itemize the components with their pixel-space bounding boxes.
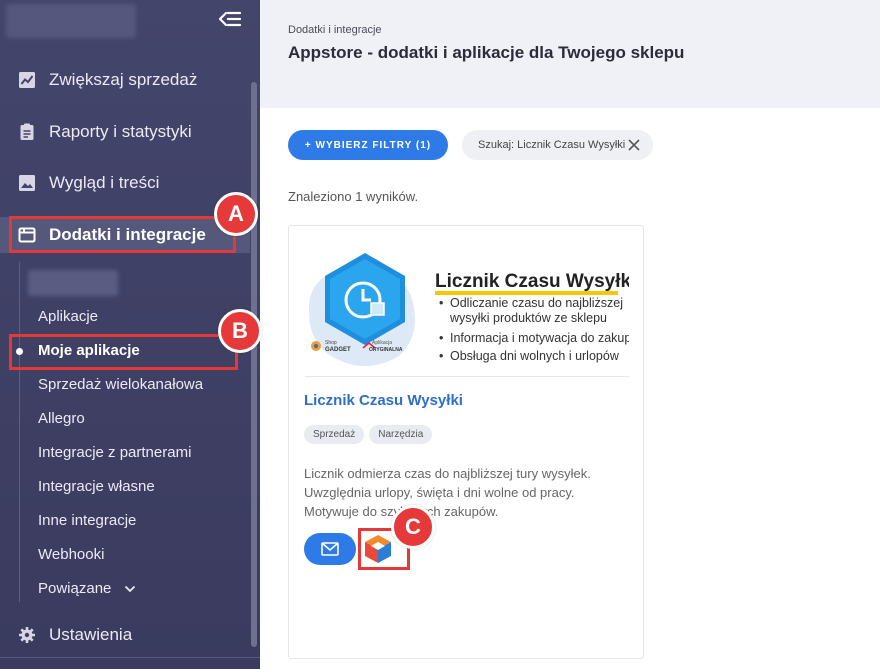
sidebar-item-ustawienia[interactable]: Ustawienia [0,617,250,653]
submenu-guide-line [19,262,20,602]
submenu-item-powiazane[interactable]: Powiązane [38,580,136,597]
annotation-badge-b: B [218,309,262,353]
choose-filters-button[interactable]: + WYBIERZ FILTRY (1) [288,130,448,160]
breadcrumb[interactable]: Dodatki i integracje [288,24,382,36]
submenu-item-integracje-partnerzy[interactable]: Integracje z partnerami [38,444,191,461]
submenu-item-allegro[interactable]: Allegro [38,410,85,427]
banner-bullet-marker: • [439,296,443,310]
clipboard-icon [20,123,34,140]
tag-sprzedaz[interactable]: Sprzedaż [304,425,365,444]
submenu-item-inne-integracje[interactable]: Inne integracje [38,512,136,529]
image-icon [19,175,35,191]
submenu-item-label: Powiązane [38,580,112,597]
banner-bullet: Informacja i motywacja do zakupu [450,331,629,345]
banner-bullet: wysyłki produktów ze sklepu [449,311,607,325]
annotation-badge-a: A [214,192,258,236]
results-count: Znaleziono 1 wyników. [288,189,419,204]
search-chip-label: Szukaj: Licznik Czasu Wysyłki [478,139,626,151]
banner-bullet-marker: • [439,331,443,345]
sidebar-scrollbar[interactable] [251,82,257,647]
highlight-box-b [9,334,238,370]
sidebar-item-label: Ustawienia [49,625,133,644]
banner-bullet: Obsługa dni wolnych i urlopów [450,349,620,363]
sidebar-item-raporty[interactable]: Raporty i statystyki [0,114,250,150]
badge-bottom-text: ORYGINALNA [369,347,403,353]
app-card[interactable]: Shop GADGET Aplikacja ORYGINALNA Licznik… [288,225,644,659]
banner-title: Licznik Czasu Wysyłki [435,271,629,292]
submenu-item-integracje-wlasne[interactable]: Integracje własne [38,478,155,495]
sidebar-item-label: Raporty i statystyki [49,122,192,141]
app-tags: Sprzedaż Narzędzia [304,425,433,444]
logo-shop-text: Shop [325,340,337,346]
banner-bullet: Odliczanie czasu do najbliższej [450,296,623,310]
sidebar-item-label: Zwiększaj sprzedaż [49,70,198,89]
tag-narzedzia[interactable]: Narzędzia [369,425,433,444]
sidebar-item-wyglad[interactable]: Wygląd i treści [0,165,250,201]
submenu-item-sprzedaz-wielokanalowa[interactable]: Sprzedaż wielokanałowa [38,376,203,393]
submenu-item-webhooki[interactable]: Webhooki [38,546,104,563]
sidebar-item-zwiekszaj-sprzedaz[interactable]: Zwiększaj sprzedaż [0,62,250,98]
logo-gadget-text: GADGET [325,347,351,353]
submenu-blurred-item[interactable] [28,270,118,296]
page-header: Dodatki i integracje Appstore - dodatki … [260,0,880,108]
close-icon[interactable] [627,138,641,152]
contact-mail-button[interactable] [304,533,356,565]
mail-icon [321,542,339,556]
store-logo[interactable] [6,4,136,38]
app-banner-image[interactable]: Shop GADGET Aplikacja ORYGINALNA Licznik… [305,244,629,378]
badge-top-text: Aplikacja [372,340,392,346]
chevron-down-icon [124,585,135,593]
app-name-link[interactable]: Licznik Czasu Wysyłki [304,392,463,409]
annotation-badge-c: C [391,505,435,549]
banner-bullet-marker: • [439,349,443,363]
page-title: Appstore - dodatki i aplikacje dla Twoje… [288,43,685,62]
collapse-sidebar-icon[interactable] [216,8,242,30]
chart-icon [19,72,35,88]
highlight-box-a [9,216,236,253]
sidebar-item-label: Wygląd i treści [49,173,160,192]
sidebar-divider [0,657,260,658]
search-filter-chip[interactable]: Szukaj: Licznik Czasu Wysyłki [462,130,653,160]
submenu-item-aplikacje[interactable]: Aplikacje [38,308,98,325]
card-divider [305,376,629,377]
gear-icon [19,627,35,643]
app-description: Licznik odmierza czas do najbliższej tur… [304,466,591,519]
